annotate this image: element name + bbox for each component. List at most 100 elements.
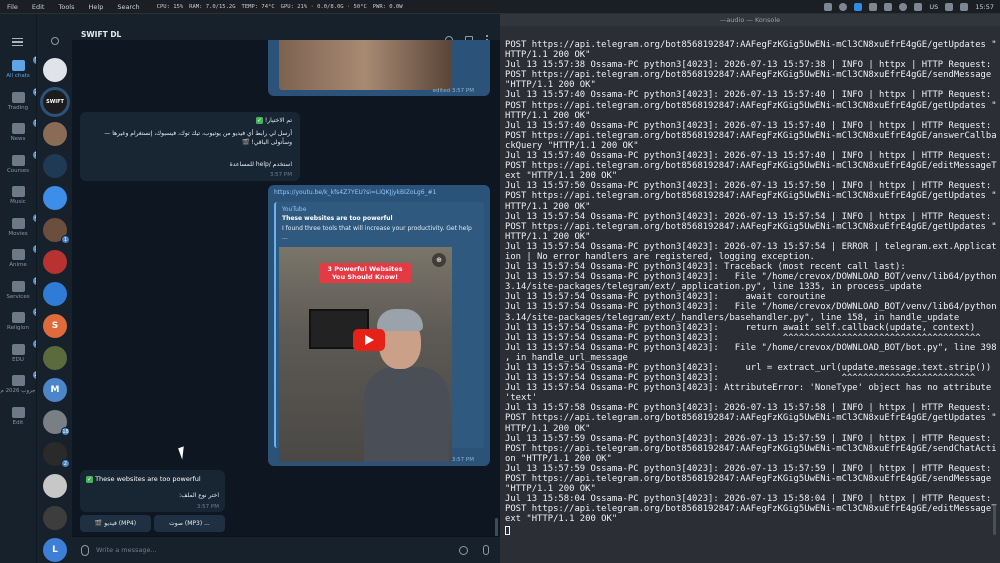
terminal-line: Jul 13 15:57:54 Ossama-PC python3[4023]:… bbox=[505, 322, 976, 333]
avatar-letter: S bbox=[51, 321, 59, 331]
folder-2[interactable]: 33 News bbox=[0, 119, 43, 142]
ram-stat: RAM: 7.0/15.2G bbox=[189, 3, 236, 10]
menu-file[interactable]: File bbox=[6, 3, 19, 11]
tray-steam-icon[interactable] bbox=[839, 3, 848, 11]
folder-label: Religion bbox=[7, 325, 29, 331]
chat-list-avatar[interactable] bbox=[43, 122, 67, 146]
menu-tools[interactable]: Tools bbox=[57, 3, 75, 11]
message-in-format[interactable]: ✓ These websites are too powerful اختر ن… bbox=[80, 470, 225, 512]
microphone-icon[interactable] bbox=[483, 545, 489, 555]
folder-0[interactable]: 5 All chats bbox=[0, 56, 41, 79]
menu-search[interactable]: Search bbox=[116, 3, 140, 11]
terminal-line: HTTP/1.1 200 OK" bbox=[505, 423, 591, 434]
folder-5[interactable]: 4Movies bbox=[0, 213, 41, 237]
hamburger-middle-line bbox=[12, 41, 23, 43]
terminal-line: ext "HTTP/1.1 200 OK" bbox=[505, 171, 618, 182]
folder-icon: 23 bbox=[11, 87, 43, 103]
play-icon[interactable] bbox=[353, 329, 385, 351]
app-menu: File Edit Tools Help Search bbox=[0, 3, 141, 11]
tray-notifications-icon[interactable] bbox=[960, 3, 969, 11]
clock[interactable]: 15:57 bbox=[975, 3, 994, 11]
tray-volume-icon[interactable] bbox=[914, 3, 923, 11]
folder-1[interactable]: 23Trading bbox=[0, 87, 43, 111]
folder-icon bbox=[11, 406, 25, 418]
message-input[interactable]: Write a message... bbox=[96, 546, 157, 554]
tray-app-icon[interactable] bbox=[824, 3, 833, 11]
preview-description: I found three tools that will increase y… bbox=[282, 225, 472, 241]
chat-list-avatar[interactable]: 1 bbox=[43, 218, 70, 244]
chat-list-avatar[interactable]: L bbox=[43, 538, 67, 562]
folder-10[interactable]: 29 جروب 2026 م bbox=[0, 371, 43, 394]
chat-list-avatar[interactable] bbox=[43, 346, 67, 370]
chat-list-avatar[interactable] bbox=[43, 154, 67, 178]
chat-list-avatar[interactable]: SWIFT bbox=[43, 90, 67, 114]
emoji-icon[interactable] bbox=[459, 546, 468, 555]
terminal-line: Jul 13 15:57:59 Ossama-PC python3[4023]:… bbox=[505, 433, 992, 444]
tray-audio-icon[interactable] bbox=[884, 3, 893, 11]
chat-list-avatar[interactable] bbox=[43, 474, 67, 498]
terminal-line: HTTP/1.1 200 OK" bbox=[505, 50, 591, 61]
terminal-scrollbar[interactable] bbox=[993, 505, 996, 535]
unread-badge: 18 bbox=[61, 427, 70, 436]
terminal-line: 3.14/site-packages/telegram/ext/_applica… bbox=[505, 282, 922, 293]
folder-icon: 13 bbox=[11, 276, 43, 292]
terminal-line: POST https://api.telegram.org/bot8568192… bbox=[505, 191, 997, 202]
folder-8[interactable]: 2 Religion bbox=[0, 308, 41, 331]
avatar-letter: M bbox=[50, 385, 60, 395]
chat-list-avatar[interactable]: M bbox=[43, 378, 67, 402]
format-title-text: These websites are too powerful bbox=[95, 475, 201, 483]
tray-clipboard-icon[interactable] bbox=[869, 3, 878, 11]
folder-6[interactable]: 3 Anime bbox=[0, 245, 41, 268]
folder-11[interactable]: Edit bbox=[0, 406, 36, 426]
folder-7[interactable]: 13Services bbox=[0, 276, 43, 300]
youtube-link[interactable]: https://youtu.be/k_kfs4Z7YEU?si=LiQKJjyk… bbox=[274, 189, 436, 196]
chat-list-avatar[interactable]: 18 bbox=[43, 410, 70, 436]
chat-scrollbar[interactable] bbox=[495, 518, 498, 538]
format-title: ✓ These websites are too powerful bbox=[86, 475, 201, 483]
chat-list-avatar[interactable] bbox=[43, 506, 67, 530]
power-stat: PWR: 0.0W bbox=[372, 3, 403, 10]
chat-list-avatar[interactable] bbox=[43, 282, 67, 306]
folder-3[interactable]: 10Courses bbox=[0, 150, 43, 174]
cpu-stat: CPU: 15% bbox=[156, 3, 184, 10]
terminal-line: HTTP/1.1 200 OK" bbox=[505, 110, 591, 121]
folder-icon: 3 bbox=[11, 245, 41, 260]
chat-name[interactable]: SWIFT DL bbox=[81, 30, 121, 39]
video-mp4-button[interactable]: 🎬 فيديو (MP4) bbox=[80, 515, 151, 532]
folder-4[interactable]: Music bbox=[0, 186, 36, 205]
terminal-line: Jul 13 15:57:54 Ossama-PC python3[4023]:… bbox=[505, 373, 976, 384]
terminal-line: Jul 13 15:57:54 Ossama-PC python3[4023]:… bbox=[505, 272, 997, 283]
folder-9[interactable]: 3EDU bbox=[0, 339, 41, 363]
audio-mp3-button[interactable]: صوت (MP3) ... bbox=[154, 515, 225, 532]
terminal-line: "HTTP/1.1 200 OK" bbox=[505, 80, 596, 91]
menu-help[interactable]: Help bbox=[88, 3, 105, 11]
attach-icon[interactable] bbox=[81, 545, 89, 556]
welcome-title: تم الاختيار! ✓ bbox=[87, 116, 292, 125]
terminal-line: "HTTP/1.1 200 OK" bbox=[505, 484, 596, 495]
chat-list-avatar[interactable]: 2 bbox=[43, 442, 70, 468]
chat-list-avatar[interactable] bbox=[43, 186, 67, 210]
menu-edit[interactable]: Edit bbox=[31, 3, 46, 11]
previous-video-thumbnail[interactable] bbox=[279, 40, 451, 90]
message-in-welcome[interactable]: تم الاختيار! ✓ أرسل لي رابط أي فيديو من … bbox=[80, 112, 300, 181]
search-icon[interactable] bbox=[51, 37, 59, 45]
terminal-line: POST https://api.telegram.org/bot8568192… bbox=[505, 413, 997, 424]
terminal-line: POST https://api.telegram.org/bot8568192… bbox=[505, 443, 997, 454]
tray-telegram-icon[interactable] bbox=[854, 3, 863, 11]
terminal-line: POST https://api.telegram.org/bot8568192… bbox=[505, 100, 997, 111]
terminal-line: Jul 13 15:57:54 Ossama-PC python3[4023]:… bbox=[505, 302, 997, 313]
message-time: edited 3:57 PM bbox=[432, 88, 474, 94]
tray-network-icon[interactable] bbox=[945, 3, 954, 11]
video-thumbnail[interactable]: 3 Powerful Websites You Should Know! ⊕ bbox=[279, 247, 452, 462]
tray-bluetooth-icon[interactable] bbox=[899, 3, 908, 11]
zoom-icon[interactable]: ⊕ bbox=[432, 253, 446, 267]
chat-list-avatar[interactable] bbox=[43, 250, 67, 274]
terminal-window[interactable]: —audio — Konsole POST https://api.telegr… bbox=[500, 14, 1000, 563]
keyboard-layout[interactable]: US bbox=[929, 3, 938, 11]
message-out-previous[interactable]: edited 3:57 PM bbox=[268, 40, 490, 96]
chat-list-avatar[interactable]: S bbox=[43, 314, 67, 338]
folder-label: Trading bbox=[7, 104, 29, 111]
chat-list-avatar[interactable] bbox=[43, 58, 67, 82]
terminal-line: Jul 13 15:57:54 Ossama-PC python3[4023]:… bbox=[505, 241, 997, 252]
system-stats: CPU: 15% RAM: 7.0/15.2G TEMP: 74°C GPU: … bbox=[157, 4, 403, 10]
